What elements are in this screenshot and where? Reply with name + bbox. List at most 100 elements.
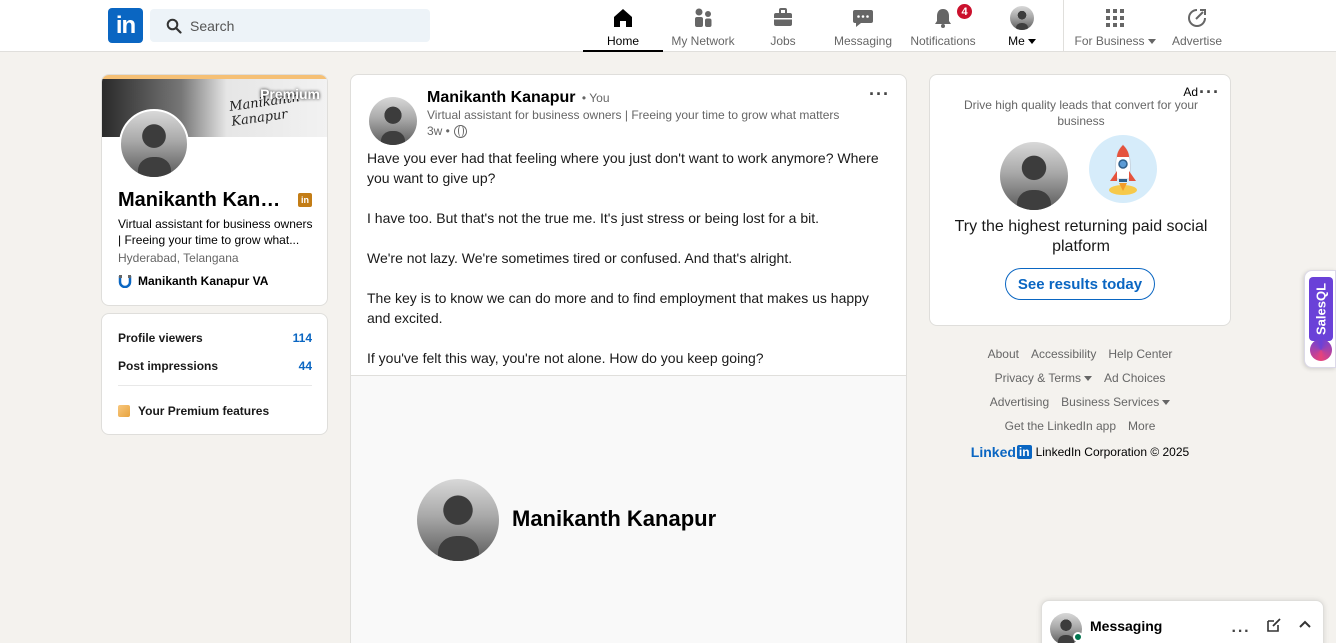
post-image[interactable]: Manikanth Kanapur <box>351 375 906 643</box>
chat-icon <box>851 6 875 30</box>
globe-icon <box>453 124 467 138</box>
messaging-more-icon[interactable]: ··· <box>1231 622 1251 642</box>
footer-privacy-terms-label: Privacy & Terms <box>994 371 1082 385</box>
ad-card: Ad ··· Drive high quality leads that con… <box>929 74 1231 326</box>
profile-avatar[interactable] <box>119 109 189 179</box>
footer-more[interactable]: More <box>1128 416 1155 440</box>
post-you-label: • You <box>581 91 610 105</box>
post-more-menu-icon[interactable]: ··· <box>869 85 890 103</box>
nav-me-label: Me <box>1008 34 1025 48</box>
see-results-button[interactable]: See results today <box>1005 268 1155 300</box>
wordmark-text: Linked <box>970 444 1016 460</box>
footer-ad-choices[interactable]: Ad Choices <box>1104 368 1165 392</box>
nav-jobs-label: Jobs <box>770 34 796 48</box>
compose-icon[interactable] <box>1264 615 1284 635</box>
nav-me[interactable]: Me <box>983 0 1061 52</box>
stats-divider <box>118 385 312 386</box>
nav-advertise-label: Advertise <box>1171 34 1223 48</box>
nav-jobs[interactable]: Jobs <box>743 0 823 52</box>
ad-user-avatar <box>1000 142 1068 210</box>
post-author-name: Manikanth Kanapur <box>427 89 576 106</box>
online-status-icon <box>1073 632 1083 642</box>
nav-notifications-label: Notifications <box>910 34 976 48</box>
footer-copyright: Linked in LinkedIn Corporation © 2025 <box>929 444 1231 460</box>
post-text: Have you ever had that feeling where you… <box>367 148 892 388</box>
bell-icon <box>931 6 955 30</box>
post-timestamp: 3w • <box>427 124 467 138</box>
profile-viewers-count: 114 <box>292 331 312 345</box>
footer-advertising[interactable]: Advertising <box>990 392 1049 416</box>
profile-headline: Virtual assistant for business owners | … <box>118 217 313 247</box>
chevron-down-icon <box>1162 400 1171 406</box>
notification-badge: 4 <box>956 3 973 20</box>
briefcase-icon <box>771 6 795 30</box>
nav-advertise[interactable]: Advertise <box>1162 0 1232 52</box>
nav-messaging[interactable]: Messaging <box>823 0 903 52</box>
premium-icon <box>118 405 130 417</box>
copyright-text: LinkedIn Corporation © 2025 <box>1035 445 1190 459</box>
premium-features-link[interactable]: Your Premium features <box>118 404 269 418</box>
chevron-down-icon <box>1027 39 1036 45</box>
post-image-name: Manikanth Kanapur <box>512 506 717 531</box>
salesql-label: SalesQL <box>1309 277 1333 341</box>
ad-description: Drive high quality leads that convert fo… <box>963 98 1199 128</box>
stats-card: Profile viewers 114 Post impressions 44 … <box>101 313 328 435</box>
search-bar[interactable] <box>150 9 430 42</box>
premium-features-label: Your Premium features <box>138 404 270 418</box>
nav-my-network-label: My Network <box>671 34 735 48</box>
post-author[interactable]: Manikanth Kanapur • You <box>427 89 610 107</box>
linkedin-logo[interactable]: in <box>108 8 143 43</box>
feed-post: Manikanth Kanapur • You Virtual assistan… <box>350 74 907 643</box>
footer-privacy-terms[interactable]: Privacy & Terms <box>994 368 1093 392</box>
footer-get-app[interactable]: Get the LinkedIn app <box>1005 416 1116 440</box>
nav-home-label: Home <box>606 34 639 48</box>
post-paragraph: Have you ever had that feeling where you… <box>367 150 879 186</box>
premium-label: Premium <box>260 86 320 102</box>
post-paragraph: The key is to know we can do more and to… <box>367 290 869 326</box>
post-paragraph: I have too. But that's not the true me. … <box>367 210 820 226</box>
nav-notifications[interactable]: 4 Notifications <box>903 0 983 52</box>
profile-company[interactable]: Manikanth Kanapur VA <box>118 274 268 288</box>
nav-divider <box>1063 0 1064 52</box>
nav-for-business-label: For Business <box>1074 34 1145 48</box>
linkedin-wordmark: Linked in <box>971 444 1032 460</box>
nav-home[interactable]: Home <box>583 0 663 52</box>
profile-location: Hyderabad, Telangana <box>118 251 239 265</box>
home-icon <box>611 6 635 30</box>
footer-help-center[interactable]: Help Center <box>1108 344 1172 368</box>
chevron-up-icon[interactable] <box>1295 615 1315 635</box>
messaging-title: Messaging <box>1090 618 1163 634</box>
footer-business-services-label: Business Services <box>1061 395 1160 409</box>
profile-card[interactable]: Manikanth Kanapur Premium Manikanth Kana… <box>101 74 328 306</box>
ad-more-menu-icon[interactable]: ··· <box>1199 83 1220 101</box>
footer-business-services[interactable]: Business Services <box>1061 392 1171 416</box>
footer-about[interactable]: About <box>988 344 1019 368</box>
post-author-avatar[interactable] <box>369 97 417 145</box>
salesql-logo-icon <box>1310 339 1332 361</box>
post-impressions-row[interactable]: Post impressions 44 <box>118 359 312 373</box>
messaging-overlay[interactable]: Messaging ··· <box>1041 600 1324 643</box>
salesql-extension-tab[interactable]: SalesQL <box>1304 270 1336 368</box>
footer-links: About Accessibility Help Center Privacy … <box>929 344 1231 460</box>
company-icon <box>118 275 132 288</box>
profile-name[interactable]: Manikanth Kana... <box>118 189 288 212</box>
nav-my-network[interactable]: My Network <box>663 0 743 52</box>
footer-accessibility[interactable]: Accessibility <box>1031 344 1096 368</box>
chevron-down-icon <box>1147 39 1156 45</box>
post-impressions-count: 44 <box>298 359 312 373</box>
post-paragraph: If you've felt this way, you're not alon… <box>367 350 764 366</box>
compass-icon <box>1185 6 1209 30</box>
chevron-down-icon <box>1084 376 1093 382</box>
profile-company-label: Manikanth Kanapur VA <box>138 274 269 288</box>
network-icon <box>691 6 715 30</box>
post-image-avatar <box>417 479 499 561</box>
search-icon <box>166 18 182 34</box>
wordmark-box: in <box>1016 445 1032 459</box>
premium-badge-icon: in <box>298 193 312 207</box>
search-input[interactable] <box>190 17 410 34</box>
post-author-headline: Virtual assistant for business owners | … <box>427 108 840 122</box>
profile-viewers-label: Profile viewers <box>118 331 203 345</box>
profile-viewers-row[interactable]: Profile viewers 114 <box>118 331 312 345</box>
top-navigation: in Home My Network Jobs Messaging 4 Noti… <box>0 0 1336 52</box>
nav-for-business[interactable]: For Business <box>1070 0 1160 52</box>
